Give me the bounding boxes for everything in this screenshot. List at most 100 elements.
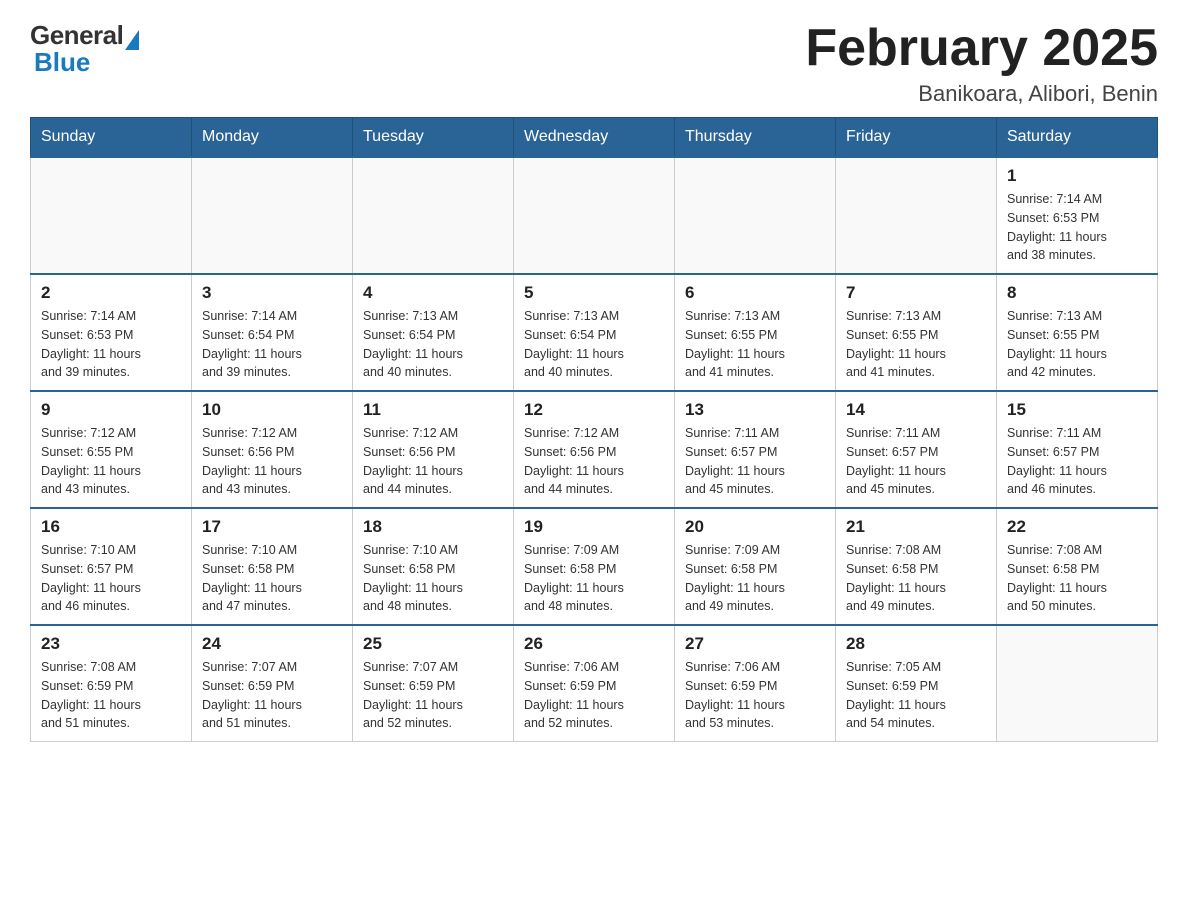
day-info: Sunrise: 7:13 AMSunset: 6:55 PMDaylight:…	[685, 307, 825, 382]
calendar-header-friday: Friday	[836, 118, 997, 158]
week-row-4: 16 Sunrise: 7:10 AMSunset: 6:57 PMDayligh…	[31, 508, 1158, 625]
calendar-cell	[353, 157, 514, 274]
day-number: 3	[202, 283, 342, 303]
day-info: Sunrise: 7:09 AMSunset: 6:58 PMDaylight:…	[685, 541, 825, 616]
title-section: February 2025 Banikoara, Alibori, Benin	[805, 20, 1158, 107]
page-header: General Blue February 2025 Banikoara, Al…	[30, 20, 1158, 107]
calendar-cell: 2Sunrise: 7:14 AMSunset: 6:53 PMDaylight…	[31, 274, 192, 391]
day-info: Sunrise: 7:14 AMSunset: 6:53 PMDaylight:…	[1007, 190, 1147, 265]
calendar-cell: 4Sunrise: 7:13 AMSunset: 6:54 PMDaylight…	[353, 274, 514, 391]
day-number: 22	[1007, 517, 1147, 537]
day-number: 27	[685, 634, 825, 654]
calendar-cell	[514, 157, 675, 274]
day-info: Sunrise: 7:12 AMSunset: 6:56 PMDaylight:…	[363, 424, 503, 499]
calendar-cell: 25Sunrise: 7:07 AMSunset: 6:59 PMDayligh…	[353, 625, 514, 742]
calendar-cell: 23Sunrise: 7:08 AMSunset: 6:59 PMDayligh…	[31, 625, 192, 742]
calendar-table: SundayMondayTuesdayWednesdayThursdayFrid…	[30, 117, 1158, 742]
day-number: 5	[524, 283, 664, 303]
day-number: 12	[524, 400, 664, 420]
day-info: Sunrise: 7:05 AMSunset: 6:59 PMDaylight:…	[846, 658, 986, 733]
day-info: Sunrise: 7:12 AMSunset: 6:55 PMDaylight:…	[41, 424, 181, 499]
calendar-cell: 17Sunrise: 7:10 AMSunset: 6:58 PMDayligh…	[192, 508, 353, 625]
calendar-header-row: SundayMondayTuesdayWednesdayThursdayFrid…	[31, 118, 1158, 158]
day-info: Sunrise: 7:10 AMSunset: 6:57 PMDaylight:…	[41, 541, 181, 616]
day-info: Sunrise: 7:06 AMSunset: 6:59 PMDaylight:…	[524, 658, 664, 733]
day-info: Sunrise: 7:06 AMSunset: 6:59 PMDaylight:…	[685, 658, 825, 733]
day-info: Sunrise: 7:11 AMSunset: 6:57 PMDaylight:…	[685, 424, 825, 499]
calendar-header-sunday: Sunday	[31, 118, 192, 158]
day-info: Sunrise: 7:10 AMSunset: 6:58 PMDaylight:…	[363, 541, 503, 616]
day-number: 24	[202, 634, 342, 654]
week-row-3: 9 Sunrise: 7:12 AMSunset: 6:55 PMDaylight…	[31, 391, 1158, 508]
day-info: Sunrise: 7:07 AMSunset: 6:59 PMDaylight:…	[202, 658, 342, 733]
day-number: 1	[1007, 166, 1147, 186]
calendar-cell: 9 Sunrise: 7:12 AMSunset: 6:55 PMDaylight…	[31, 391, 192, 508]
day-number: 26	[524, 634, 664, 654]
calendar-cell: 20 Sunrise: 7:09 AMSunset: 6:58 PMDayligh…	[675, 508, 836, 625]
day-number: 11	[363, 400, 503, 420]
day-number: 10	[202, 400, 342, 420]
day-number: 17	[202, 517, 342, 537]
calendar-cell: 6 Sunrise: 7:13 AMSunset: 6:55 PMDaylight…	[675, 274, 836, 391]
day-info: Sunrise: 7:08 AMSunset: 6:58 PMDaylight:…	[846, 541, 986, 616]
day-number: 23	[41, 634, 181, 654]
day-info: Sunrise: 7:12 AMSunset: 6:56 PMDaylight:…	[202, 424, 342, 499]
day-number: 25	[363, 634, 503, 654]
day-info: Sunrise: 7:11 AMSunset: 6:57 PMDaylight:…	[846, 424, 986, 499]
day-info: Sunrise: 7:09 AMSunset: 6:58 PMDaylight:…	[524, 541, 664, 616]
day-info: Sunrise: 7:13 AMSunset: 6:55 PMDaylight:…	[1007, 307, 1147, 382]
calendar-header-thursday: Thursday	[675, 118, 836, 158]
calendar-header-monday: Monday	[192, 118, 353, 158]
day-number: 15	[1007, 400, 1147, 420]
day-info: Sunrise: 7:13 AMSunset: 6:55 PMDaylight:…	[846, 307, 986, 382]
calendar-cell: 1 Sunrise: 7:14 AMSunset: 6:53 PMDaylight…	[997, 157, 1158, 274]
calendar-cell: 21 Sunrise: 7:08 AMSunset: 6:58 PMDayligh…	[836, 508, 997, 625]
week-row-1: 1 Sunrise: 7:14 AMSunset: 6:53 PMDaylight…	[31, 157, 1158, 274]
calendar-cell: 18 Sunrise: 7:10 AMSunset: 6:58 PMDayligh…	[353, 508, 514, 625]
calendar-cell	[836, 157, 997, 274]
day-number: 19	[524, 517, 664, 537]
calendar-header-wednesday: Wednesday	[514, 118, 675, 158]
day-number: 8	[1007, 283, 1147, 303]
day-info: Sunrise: 7:13 AMSunset: 6:54 PMDaylight:…	[363, 307, 503, 382]
calendar-cell: 12 Sunrise: 7:12 AMSunset: 6:56 PMDayligh…	[514, 391, 675, 508]
calendar-cell	[997, 625, 1158, 742]
week-row-2: 2Sunrise: 7:14 AMSunset: 6:53 PMDaylight…	[31, 274, 1158, 391]
calendar-cell: 28 Sunrise: 7:05 AMSunset: 6:59 PMDayligh…	[836, 625, 997, 742]
day-info: Sunrise: 7:14 AMSunset: 6:53 PMDaylight:…	[41, 307, 181, 382]
calendar-cell: 7 Sunrise: 7:13 AMSunset: 6:55 PMDaylight…	[836, 274, 997, 391]
logo-triangle-icon	[125, 30, 139, 50]
day-number: 16	[41, 517, 181, 537]
logo: General Blue	[30, 20, 139, 78]
month-title: February 2025	[805, 20, 1158, 77]
location-subtitle: Banikoara, Alibori, Benin	[805, 81, 1158, 107]
calendar-cell: 24 Sunrise: 7:07 AMSunset: 6:59 PMDayligh…	[192, 625, 353, 742]
day-info: Sunrise: 7:12 AMSunset: 6:56 PMDaylight:…	[524, 424, 664, 499]
day-info: Sunrise: 7:13 AMSunset: 6:54 PMDaylight:…	[524, 307, 664, 382]
calendar-cell: 13 Sunrise: 7:11 AMSunset: 6:57 PMDayligh…	[675, 391, 836, 508]
calendar-cell: 14 Sunrise: 7:11 AMSunset: 6:57 PMDayligh…	[836, 391, 997, 508]
day-number: 14	[846, 400, 986, 420]
calendar-cell: 3 Sunrise: 7:14 AMSunset: 6:54 PMDaylight…	[192, 274, 353, 391]
day-number: 13	[685, 400, 825, 420]
day-number: 21	[846, 517, 986, 537]
calendar-cell: 19 Sunrise: 7:09 AMSunset: 6:58 PMDayligh…	[514, 508, 675, 625]
day-info: Sunrise: 7:11 AMSunset: 6:57 PMDaylight:…	[1007, 424, 1147, 499]
day-info: Sunrise: 7:08 AMSunset: 6:58 PMDaylight:…	[1007, 541, 1147, 616]
day-number: 18	[363, 517, 503, 537]
calendar-cell: 15 Sunrise: 7:11 AMSunset: 6:57 PMDayligh…	[997, 391, 1158, 508]
calendar-cell: 8 Sunrise: 7:13 AMSunset: 6:55 PMDaylight…	[997, 274, 1158, 391]
day-number: 28	[846, 634, 986, 654]
calendar-cell: 27 Sunrise: 7:06 AMSunset: 6:59 PMDayligh…	[675, 625, 836, 742]
day-number: 9	[41, 400, 181, 420]
calendar-cell: 10 Sunrise: 7:12 AMSunset: 6:56 PMDayligh…	[192, 391, 353, 508]
calendar-cell: 16 Sunrise: 7:10 AMSunset: 6:57 PMDayligh…	[31, 508, 192, 625]
calendar-cell	[31, 157, 192, 274]
day-info: Sunrise: 7:14 AMSunset: 6:54 PMDaylight:…	[202, 307, 342, 382]
day-number: 6	[685, 283, 825, 303]
calendar-header-saturday: Saturday	[997, 118, 1158, 158]
calendar-cell	[192, 157, 353, 274]
day-number: 7	[846, 283, 986, 303]
day-number: 20	[685, 517, 825, 537]
logo-blue-text: Blue	[30, 47, 90, 78]
